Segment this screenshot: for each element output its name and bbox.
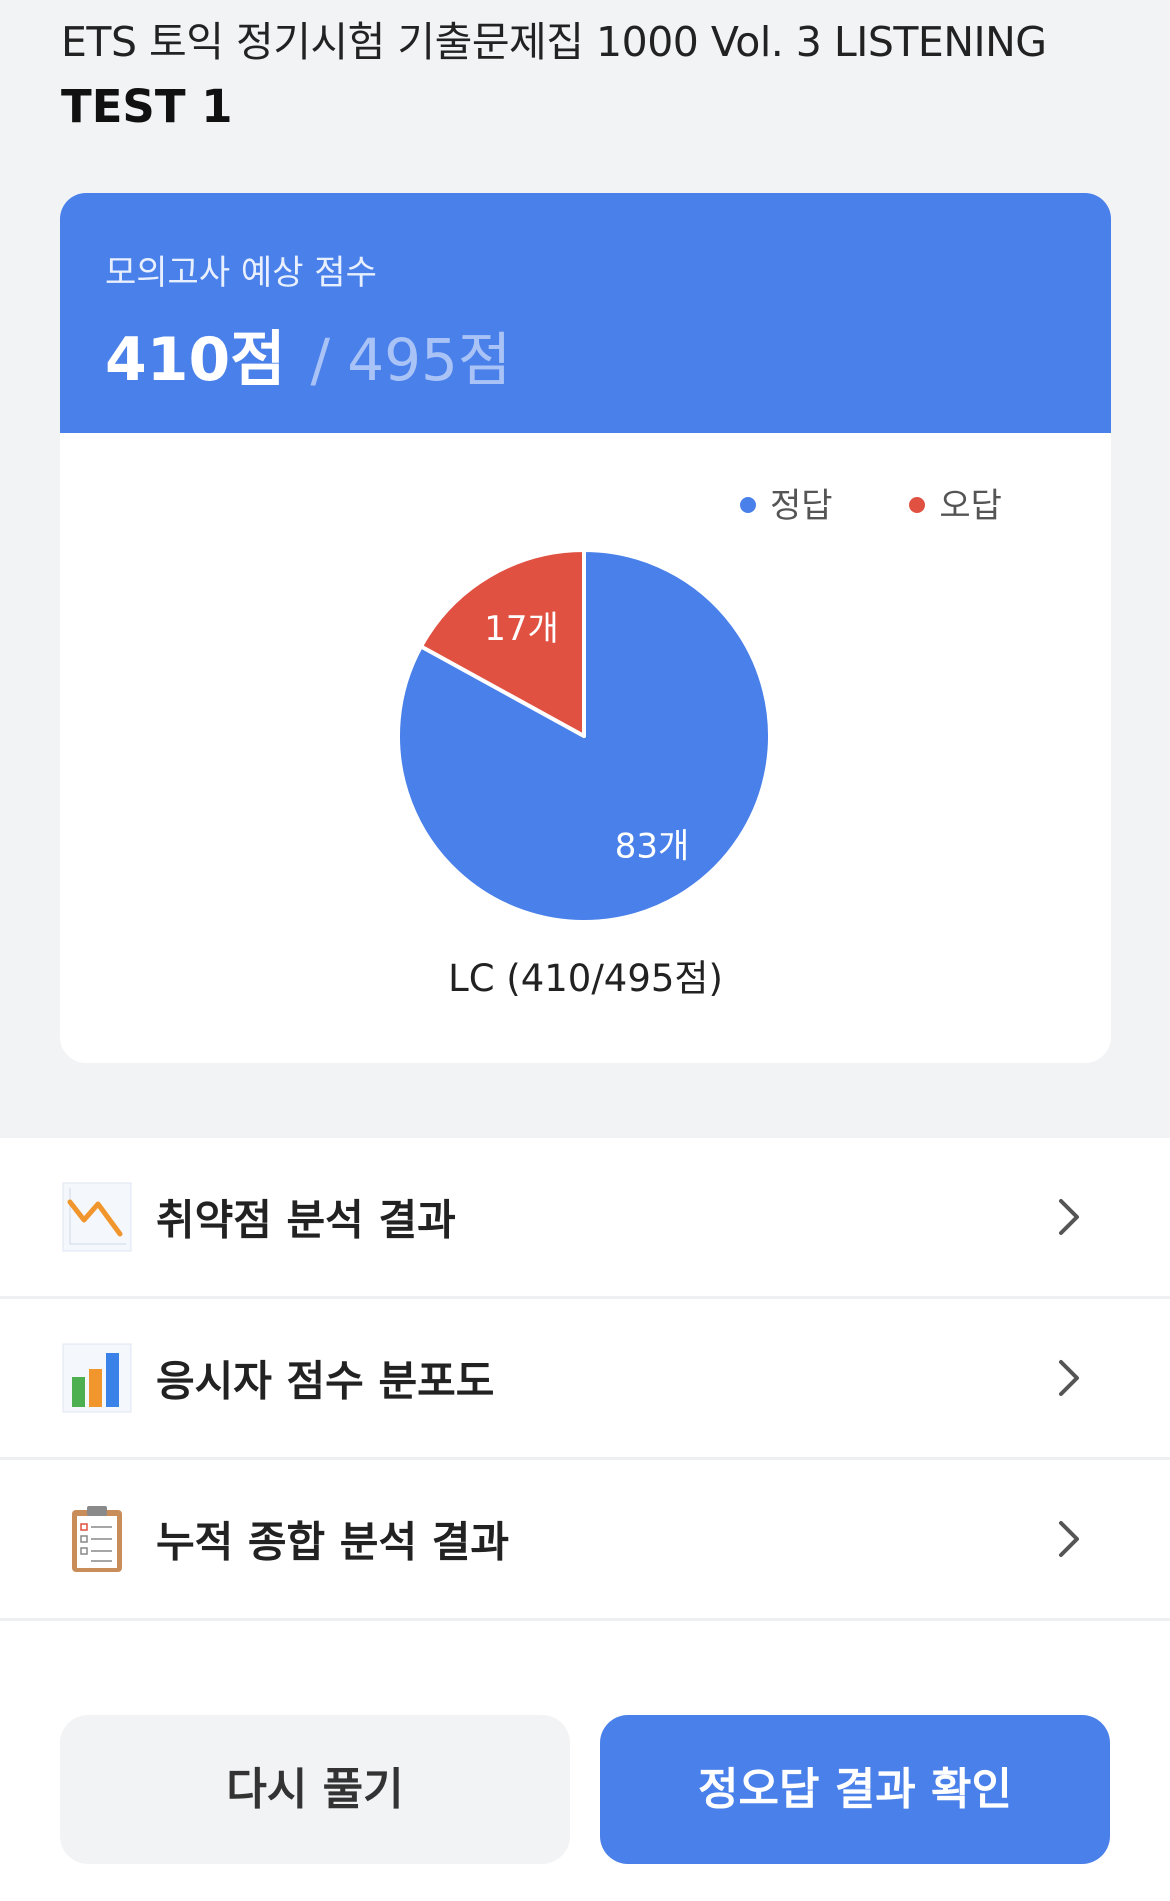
- trend-down-icon: [62, 1182, 132, 1252]
- pie-label-wrong: 17개: [484, 609, 559, 649]
- retry-button[interactable]: 다시 풀기: [60, 1715, 570, 1864]
- menu-label: 취약점 분석 결과: [156, 1195, 456, 1245]
- clipboard-icon: [62, 1504, 132, 1574]
- menu-label: 누적 종합 분석 결과: [156, 1517, 509, 1567]
- chevron-right-icon: [1056, 1358, 1082, 1398]
- menu-list: 취약점 분석 결과 응시자 점수 분포도 누적 종합 분석 결과: [0, 1138, 1170, 1621]
- pie-label-correct: 83개: [615, 827, 690, 867]
- menu-item-score-distribution[interactable]: 응시자 점수 분포도: [0, 1299, 1170, 1460]
- pie-chart: 83개 17개: [396, 548, 772, 924]
- book-title: ETS 토익 정기시험 기출문제집 1000 Vol. 3 LISTENING: [61, 18, 1047, 66]
- menu-label: 응시자 점수 분포도: [156, 1356, 495, 1406]
- menu-item-weakness-analysis[interactable]: 취약점 분석 결과: [0, 1138, 1170, 1299]
- score-card: 모의고사 예상 점수 410점 / 495점 정답 오답 83개 17개 LC (…: [60, 193, 1111, 1063]
- summary-area: ETS 토익 정기시험 기출문제집 1000 Vol. 3 LISTENING …: [0, 0, 1170, 1138]
- chevron-right-icon: [1056, 1519, 1082, 1559]
- chevron-right-icon: [1056, 1197, 1082, 1237]
- chart-xlabel: LC (410/495점): [448, 957, 723, 1000]
- bar-chart-icon: [62, 1343, 132, 1413]
- test-title: TEST 1: [61, 80, 233, 133]
- menu-item-cumulative-analysis[interactable]: 누적 종합 분석 결과: [0, 1460, 1170, 1621]
- check-answers-button[interactable]: 정오답 결과 확인: [600, 1715, 1110, 1864]
